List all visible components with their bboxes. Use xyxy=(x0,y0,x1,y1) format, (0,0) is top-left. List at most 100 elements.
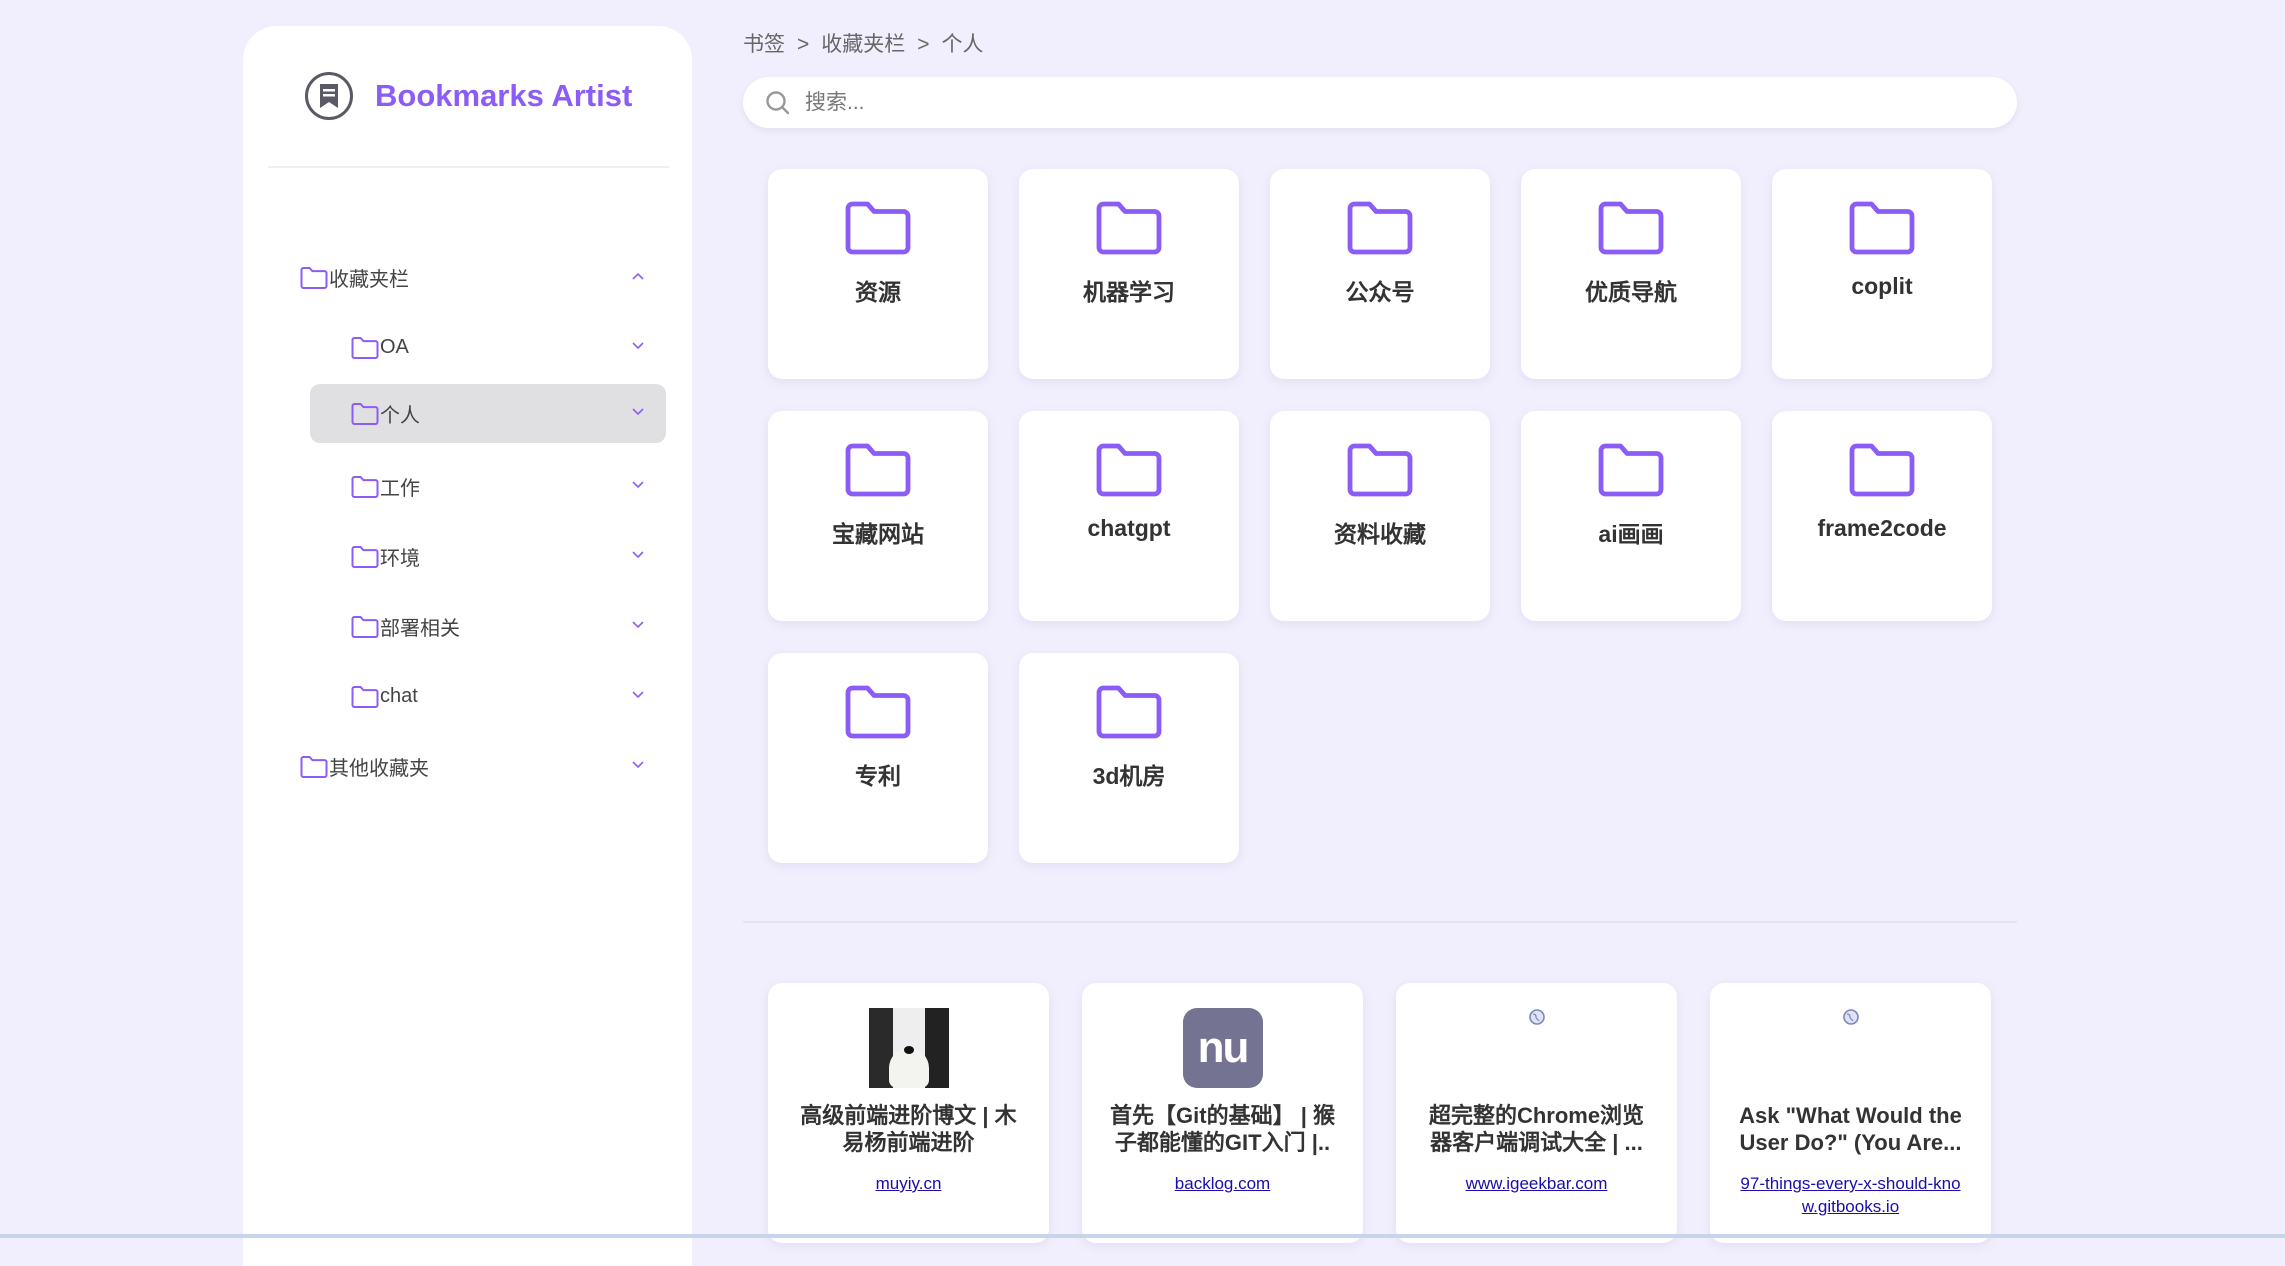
bookmark-icon xyxy=(305,72,353,120)
folder-label: 3d机房 xyxy=(1092,763,1166,789)
search-bar xyxy=(743,77,2017,128)
folder-icon xyxy=(351,545,379,568)
folder-icon xyxy=(351,475,379,498)
folder-icon xyxy=(300,755,328,778)
divider xyxy=(268,166,669,168)
favicon xyxy=(868,1008,949,1088)
sidebar-item[interactable]: chat xyxy=(310,667,666,726)
folder-label: chatgpt xyxy=(1087,515,1171,541)
chevron-up-icon[interactable] xyxy=(630,268,646,284)
folder-card[interactable]: 3d机房 xyxy=(1019,653,1239,863)
folder-card[interactable]: coplit xyxy=(1772,169,1992,379)
chevron-down-icon[interactable] xyxy=(630,404,646,420)
bookmark-card[interactable]: 超完整的Chrome浏览器客户端调试大全 | ... www.igeekbar.c… xyxy=(1396,983,1677,1243)
bottom-bar xyxy=(0,1234,2285,1238)
folder-label: 资源 xyxy=(855,279,901,305)
folder-card[interactable]: 资源 xyxy=(768,169,988,379)
sidebar-item-label: 环境 xyxy=(380,548,420,570)
bookmark-link[interactable]: muyiy.cn xyxy=(876,1172,942,1195)
logo: Bookmarks Artist xyxy=(305,72,632,120)
favicon xyxy=(1811,1008,1891,1088)
sidebar-item-label: OA xyxy=(380,336,409,358)
breadcrumb-item[interactable]: 收藏夹栏 xyxy=(821,33,905,56)
breadcrumb-item[interactable]: 书签 xyxy=(743,33,785,56)
folder-label: 宝藏网站 xyxy=(832,521,924,547)
folder-icon xyxy=(351,685,379,708)
folder-label: 机器学习 xyxy=(1083,279,1175,305)
folder-icon xyxy=(1347,443,1413,497)
folder-icon xyxy=(1096,443,1162,497)
folder-icon xyxy=(1096,201,1162,255)
globe-icon xyxy=(1842,1009,1859,1025)
folder-icon xyxy=(845,443,911,497)
sidebar-item[interactable]: 部署相关 xyxy=(310,597,666,656)
folder-card[interactable]: ai画画 xyxy=(1521,411,1741,621)
sidebar-item[interactable]: 工作 xyxy=(310,457,666,516)
sidebar-item[interactable]: 环境 xyxy=(310,527,666,586)
folder-icon xyxy=(1598,443,1664,497)
bookmark-card[interactable]: 高级前端进阶博文 | 木易杨前端进阶 muyiy.cn xyxy=(768,983,1049,1243)
sidebar-item[interactable]: OA xyxy=(310,318,666,377)
sidebar-item[interactable]: 其他收藏夹 xyxy=(286,737,666,796)
sidebar-item[interactable]: 个人 xyxy=(310,384,666,443)
globe-icon xyxy=(1528,1009,1545,1025)
folder-icon xyxy=(1849,201,1915,255)
folder-icon xyxy=(1096,685,1162,739)
divider xyxy=(743,921,2017,923)
folder-label: 优质导航 xyxy=(1585,279,1677,305)
sidebar-item-label: 收藏夹栏 xyxy=(329,269,409,291)
bookmark-link[interactable]: www.igeekbar.com xyxy=(1466,1172,1608,1195)
search-icon xyxy=(766,90,790,114)
bookmark-title: 高级前端进阶博文 | 木易杨前端进阶 xyxy=(800,1103,1017,1155)
chevron-down-icon[interactable] xyxy=(630,338,646,354)
folder-icon xyxy=(1598,201,1664,255)
folder-icon xyxy=(845,201,911,255)
chevron-down-icon[interactable] xyxy=(630,757,646,773)
search-input[interactable] xyxy=(805,90,1905,115)
sidebar-item[interactable]: 收藏夹栏 xyxy=(286,248,666,307)
chevron-down-icon[interactable] xyxy=(630,617,646,633)
favicon: nu xyxy=(1182,1008,1263,1088)
breadcrumb: 书签 > 收藏夹栏 > 个人 xyxy=(743,28,984,58)
folder-icon xyxy=(300,266,328,289)
chevron-down-icon[interactable] xyxy=(630,547,646,563)
folder-card[interactable]: frame2code xyxy=(1772,411,1992,621)
folder-label: 资料收藏 xyxy=(1334,521,1426,547)
bookmark-card[interactable]: Ask "What Would the User Do?" (You Are..… xyxy=(1710,983,1991,1243)
sidebar-item-label: 工作 xyxy=(380,478,420,500)
bookmark-title: 超完整的Chrome浏览器客户端调试大全 | ... xyxy=(1428,1103,1645,1155)
folder-card[interactable]: 宝藏网站 xyxy=(768,411,988,621)
folder-label: 专利 xyxy=(855,763,901,789)
app-title: Bookmarks Artist xyxy=(375,78,633,113)
dog-photo xyxy=(868,1008,949,1088)
breadcrumb-separator: > xyxy=(917,33,930,56)
folder-icon xyxy=(351,336,379,359)
bookmark-card[interactable]: nu 首先【Git的基础】 | 猴子都能懂的GIT入门 |.. backlog.co… xyxy=(1082,983,1363,1243)
chevron-down-icon[interactable] xyxy=(630,477,646,493)
folder-card[interactable]: 机器学习 xyxy=(1019,169,1239,379)
bookmark-link[interactable]: backlog.com xyxy=(1175,1172,1270,1195)
folder-card[interactable]: 资料收藏 xyxy=(1270,411,1490,621)
folder-icon xyxy=(351,615,379,638)
breadcrumb-separator: > xyxy=(797,33,810,56)
folder-label: coplit xyxy=(1851,273,1913,299)
bookmark-title: Ask "What Would the User Do?" (You Are..… xyxy=(1739,1103,1962,1155)
sidebar-item-label: 部署相关 xyxy=(380,618,460,640)
sidebar-item-label: chat xyxy=(380,685,418,707)
chevron-down-icon[interactable] xyxy=(630,687,646,703)
folder-icon xyxy=(1849,443,1915,497)
folder-label: ai画画 xyxy=(1598,521,1664,547)
folder-card[interactable]: 专利 xyxy=(768,653,988,863)
folder-icon xyxy=(845,685,911,739)
nu-logo: nu xyxy=(1182,1008,1263,1088)
sidebar-item-label: 个人 xyxy=(380,405,420,427)
bookmark-title: 首先【Git的基础】 | 猴子都能懂的GIT入门 |.. xyxy=(1110,1103,1335,1155)
breadcrumb-item[interactable]: 个人 xyxy=(942,33,984,56)
folder-icon xyxy=(351,402,379,425)
bookmark-link[interactable]: 97-things-every-x-should-know.gitbooks.i… xyxy=(1736,1172,1965,1218)
sidebar: Bookmarks Artist 收藏夹栏 OA 个人工作环境部署相关 chat 其他收… xyxy=(243,26,692,1266)
folder-card[interactable]: 公众号 xyxy=(1270,169,1490,379)
folder-card[interactable]: 优质导航 xyxy=(1521,169,1741,379)
folder-card[interactable]: chatgpt xyxy=(1019,411,1239,621)
folder-label: frame2code xyxy=(1817,515,1947,541)
